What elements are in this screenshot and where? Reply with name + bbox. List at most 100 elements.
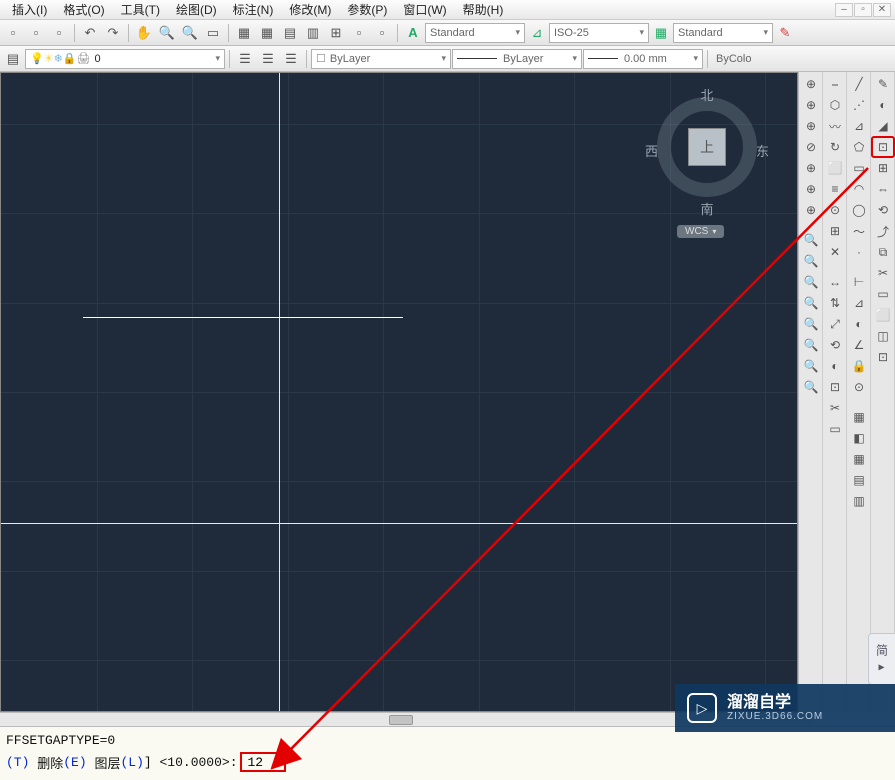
command-line[interactable]: FFSETGAPTYPE=0 (T) 删除 (E) 图层 (L) ] <10.0… bbox=[0, 726, 895, 780]
zoom-in-icon[interactable]: 🔍 bbox=[156, 22, 178, 44]
draw-circle-icon[interactable]: ◯ bbox=[848, 200, 870, 220]
tablestyle-icon[interactable]: ▦ bbox=[650, 22, 672, 44]
modify-mirror[interactable]: ◐ bbox=[824, 356, 846, 376]
lineweight-combo[interactable]: 0.00 mm ▾ bbox=[583, 49, 703, 69]
scrollbar-thumb[interactable] bbox=[389, 715, 413, 725]
zoom-tool-1[interactable]: 🔍 bbox=[800, 230, 822, 250]
textstyle-combo[interactable]: Standard▾ bbox=[425, 23, 525, 43]
dim-aligned-icon[interactable]: ⊿ bbox=[848, 293, 870, 313]
draw-line-icon[interactable]: ╱ bbox=[848, 74, 870, 94]
layerstate2-icon[interactable]: ☰ bbox=[257, 48, 279, 70]
redo-icon[interactable]: ↷ bbox=[102, 22, 124, 44]
modify-rotate[interactable]: ↻ bbox=[824, 137, 846, 157]
draw-arc-icon[interactable]: ◠ bbox=[848, 179, 870, 199]
draw-point-icon[interactable]: · bbox=[848, 242, 870, 262]
view-tool-3[interactable]: ⊕ bbox=[800, 116, 822, 136]
minimize-button[interactable]: – bbox=[835, 3, 853, 17]
menu-dimension[interactable]: 标注(N) bbox=[225, 0, 282, 20]
modify-trim[interactable]: ✕ bbox=[824, 242, 846, 262]
dimstyle-icon[interactable]: ⊿ bbox=[526, 22, 548, 44]
modify-stretch[interactable]: ⇅ bbox=[824, 293, 846, 313]
calc-icon[interactable]: ⊞ bbox=[325, 22, 347, 44]
linetype-combo[interactable]: ByLayer ▾ bbox=[452, 49, 582, 69]
chamfer-icon[interactable]: ⊡ bbox=[872, 347, 894, 367]
view-tool-4[interactable]: ⊘ bbox=[800, 137, 822, 157]
view-tool-6[interactable]: ⊕ bbox=[800, 179, 822, 199]
modify-move[interactable]: ↔ bbox=[824, 272, 846, 292]
dim-angle-icon[interactable]: ∠ bbox=[848, 335, 870, 355]
zoom-tool-5[interactable]: 🔍 bbox=[800, 314, 822, 334]
pan-icon[interactable]: ✋ bbox=[133, 22, 155, 44]
menu-draw[interactable]: 绘图(D) bbox=[168, 0, 225, 20]
zoom-tool-3[interactable]: 🔍 bbox=[800, 272, 822, 292]
draw-polygon-icon[interactable]: ⬠ bbox=[848, 137, 870, 157]
modify-spline[interactable]: 〰 bbox=[824, 116, 846, 136]
zoom-tool-7[interactable]: 🔍 bbox=[800, 356, 822, 376]
layerstate3-icon[interactable]: ☰ bbox=[280, 48, 302, 70]
dim-radius-icon[interactable]: ◐ bbox=[848, 314, 870, 334]
new-icon[interactable]: ▫ bbox=[2, 22, 24, 44]
undo-icon[interactable]: ↶ bbox=[79, 22, 101, 44]
draw-spline-icon[interactable]: 〜 bbox=[848, 221, 870, 241]
view-cube[interactable]: 北 南 西 东 上 WCS▾ bbox=[647, 87, 767, 247]
zoom-tool-8[interactable]: 🔍 bbox=[800, 377, 822, 397]
menu-window[interactable]: 窗口(W) bbox=[395, 0, 454, 20]
draw-rect-icon[interactable]: ▭ bbox=[848, 158, 870, 178]
modify-rotate2[interactable]: ⟲ bbox=[824, 335, 846, 355]
textstyle-icon[interactable]: A bbox=[402, 22, 424, 44]
offset-icon[interactable]: ⊡ bbox=[872, 137, 894, 157]
menu-insert[interactable]: 插入(I) bbox=[4, 0, 55, 20]
drawing-canvas[interactable]: 北 南 西 东 上 WCS▾ bbox=[0, 72, 798, 712]
view-tool-2[interactable]: ⊕ bbox=[800, 95, 822, 115]
modify-scale[interactable]: ⤢ bbox=[824, 314, 846, 334]
osnap-lock-icon[interactable]: 🔒 bbox=[848, 356, 870, 376]
array-icon[interactable]: ⊞ bbox=[872, 158, 894, 178]
bycolor-combo[interactable]: ByColo bbox=[712, 49, 760, 69]
menu-modify[interactable]: 修改(M) bbox=[281, 0, 339, 20]
modify-rect[interactable]: ⬜ bbox=[824, 158, 846, 178]
restore-button[interactable]: ▫ bbox=[854, 3, 872, 17]
annotation-tab[interactable]: 简 ▸ bbox=[868, 633, 895, 685]
zoom-tool-2[interactable]: 🔍 bbox=[800, 251, 822, 271]
modify-extend[interactable]: ▭ bbox=[824, 419, 846, 439]
zoom-tool-4[interactable]: 🔍 bbox=[800, 293, 822, 313]
join-icon[interactable]: ◫ bbox=[872, 326, 894, 346]
table2-icon[interactable]: ▤ bbox=[848, 470, 870, 490]
rotate-icon[interactable]: ⟲ bbox=[872, 200, 894, 220]
menu-tools[interactable]: 工具(T) bbox=[113, 0, 168, 20]
view-tool-7[interactable]: ⊕ bbox=[800, 200, 822, 220]
view-tool-1[interactable]: ⊕ bbox=[800, 74, 822, 94]
cmd-input[interactable] bbox=[248, 755, 278, 770]
modify-grid[interactable]: ⊞ bbox=[824, 221, 846, 241]
ucs-dropdown[interactable]: WCS▾ bbox=[677, 225, 724, 238]
table3-icon[interactable]: ▥ bbox=[848, 491, 870, 511]
scale-icon[interactable]: ⤴ bbox=[872, 221, 894, 241]
zoom-window-icon[interactable]: ▭ bbox=[202, 22, 224, 44]
modify-array[interactable]: ≡ bbox=[824, 179, 846, 199]
modify-poly[interactable]: ⬡ bbox=[824, 95, 846, 115]
modify-block[interactable]: ⊡ bbox=[824, 377, 846, 397]
layout-icon[interactable]: ▦ bbox=[233, 22, 255, 44]
erase-icon[interactable]: ✎ bbox=[872, 74, 894, 94]
brush-icon[interactable]: ✎ bbox=[774, 22, 796, 44]
modify-circle[interactable]: ⊙ bbox=[824, 200, 846, 220]
dimstyle-combo[interactable]: ISO-25▾ bbox=[549, 23, 649, 43]
modify-cut[interactable]: ✂ bbox=[824, 398, 846, 418]
menu-format[interactable]: 格式(O) bbox=[55, 0, 112, 20]
zoom-tool-6[interactable]: 🔍 bbox=[800, 335, 822, 355]
stretch-icon[interactable]: ⧉ bbox=[872, 242, 894, 262]
table-icon[interactable]: ▦ bbox=[848, 449, 870, 469]
zoom-out-icon[interactable]: 🔍 bbox=[179, 22, 201, 44]
hatch-icon[interactable]: ▦ bbox=[848, 407, 870, 427]
layer-combo[interactable]: 💡☀❄🔒🖨 0 ▾ bbox=[25, 49, 225, 69]
draw-polyline-icon[interactable]: ⊿ bbox=[848, 116, 870, 136]
save-icon[interactable]: ▫ bbox=[48, 22, 70, 44]
misc-icon[interactable]: ▫ bbox=[348, 22, 370, 44]
extend-icon[interactable]: ▭ bbox=[872, 284, 894, 304]
gradient-icon[interactable]: ◧ bbox=[848, 428, 870, 448]
view-tool-5[interactable]: ⊕ bbox=[800, 158, 822, 178]
modify-line[interactable]: ⎯ bbox=[824, 74, 846, 94]
layer-props-icon[interactable]: ▤ bbox=[2, 48, 24, 70]
color-combo[interactable]: ☐ ByLayer ▾ bbox=[311, 49, 451, 69]
break-icon[interactable]: ⬜ bbox=[872, 305, 894, 325]
